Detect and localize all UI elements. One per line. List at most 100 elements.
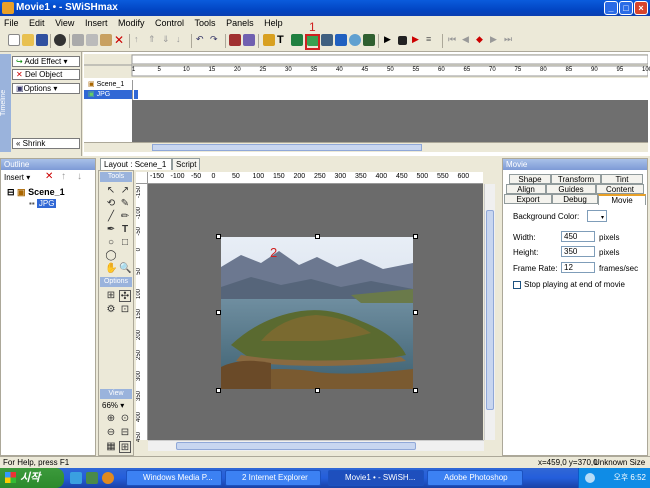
- help-book-icon[interactable]: [243, 34, 255, 46]
- pencil-tool-icon[interactable]: ✏: [119, 211, 131, 223]
- timeline-row-jpg[interactable]: ▣ JPG: [84, 90, 132, 99]
- outline-delete-icon[interactable]: ✕: [45, 171, 53, 182]
- subselect-tool-icon[interactable]: ↗: [119, 185, 131, 197]
- menu-file[interactable]: File: [0, 16, 23, 30]
- outline-up-icon[interactable]: ↑: [61, 171, 66, 182]
- insert-video-icon[interactable]: [349, 34, 361, 46]
- menu-view[interactable]: View: [51, 16, 78, 30]
- height-input[interactable]: 350: [561, 246, 595, 257]
- tab-export[interactable]: Export: [504, 194, 552, 204]
- menu-modify[interactable]: Modify: [114, 16, 149, 30]
- fit-stage-icon[interactable]: ⊟: [119, 427, 131, 439]
- first-frame-icon[interactable]: ⏮: [448, 34, 460, 46]
- open-icon[interactable]: [22, 34, 34, 46]
- tab-movie[interactable]: Movie: [598, 194, 646, 205]
- straighten-option-icon[interactable]: ⊡: [119, 304, 131, 316]
- landscape-image[interactable]: [221, 237, 413, 389]
- outline-down-icon[interactable]: ↓: [77, 171, 82, 182]
- handle-middle-right[interactable]: [413, 310, 418, 315]
- line-tool-icon[interactable]: ╱: [105, 211, 117, 223]
- tab-debug[interactable]: Debug: [552, 194, 598, 204]
- move-up-icon[interactable]: ↑: [134, 34, 146, 46]
- minimize-button[interactable]: _: [604, 1, 618, 15]
- del-object-button[interactable]: ✕ Del Object: [12, 69, 80, 80]
- stage-vertical-scrollbar[interactable]: [484, 184, 495, 440]
- pen-tool-icon[interactable]: ✒: [105, 224, 117, 236]
- select-tool-icon[interactable]: ↖: [105, 185, 117, 197]
- maximize-button[interactable]: □: [619, 1, 633, 15]
- tab-script[interactable]: Script: [172, 158, 200, 170]
- redo-icon[interactable]: ↷: [210, 34, 222, 46]
- timeline-row-scene[interactable]: ▣ Scene_1: [84, 80, 132, 89]
- cut-icon[interactable]: [72, 34, 84, 46]
- tab-align[interactable]: Align: [506, 184, 546, 194]
- menu-panels[interactable]: Panels: [222, 16, 258, 30]
- move-top-icon[interactable]: ⇑: [148, 34, 160, 46]
- start-button[interactable]: 시작: [0, 468, 64, 488]
- next-frame-icon[interactable]: ▶: [490, 34, 502, 46]
- zoom-out-icon[interactable]: ⊖: [105, 427, 117, 439]
- quick-launch-desktop-icon[interactable]: [86, 472, 98, 484]
- tab-layout[interactable]: Layout : Scene_1: [100, 158, 172, 170]
- new-icon[interactable]: [8, 34, 20, 46]
- menu-help[interactable]: Help: [260, 16, 287, 30]
- smooth-option-icon[interactable]: ⚙: [105, 304, 117, 316]
- jpg-keyframe[interactable]: [134, 90, 138, 99]
- zoom-in-icon[interactable]: ⊕: [105, 413, 117, 425]
- add-effect-button[interactable]: ↪ Add Effect ▾: [12, 56, 80, 67]
- zoom-actual-icon[interactable]: ⊙: [119, 413, 131, 425]
- move-down-icon[interactable]: ↓: [176, 34, 188, 46]
- last-frame-icon[interactable]: ⏭: [504, 34, 516, 46]
- outline-jpg-item[interactable]: ▪▪ JPG: [29, 199, 57, 208]
- text-tool-icon[interactable]: T: [119, 224, 131, 236]
- autoshape-tool-icon[interactable]: ◯: [105, 250, 117, 262]
- stop-icon[interactable]: [398, 36, 407, 45]
- menu-control[interactable]: Control: [151, 16, 188, 30]
- paste-icon[interactable]: [100, 34, 112, 46]
- task-swishmax[interactable]: Movie1 • - SWiSH...: [328, 470, 424, 486]
- prev-frame-icon[interactable]: ◀: [462, 34, 474, 46]
- quick-launch-ie-icon[interactable]: [70, 472, 82, 484]
- stage-horizontal-scrollbar[interactable]: [148, 440, 484, 451]
- play-effect-icon[interactable]: ≡: [426, 34, 438, 46]
- library-icon[interactable]: [229, 34, 241, 46]
- find-icon[interactable]: [54, 34, 66, 46]
- tab-content[interactable]: Content: [596, 184, 644, 194]
- handle-top-right[interactable]: [413, 234, 418, 239]
- handle-top-left[interactable]: [216, 234, 221, 239]
- hand-tool-icon[interactable]: ✋: [105, 263, 117, 275]
- handle-bottom-left[interactable]: [216, 388, 221, 393]
- copy-icon[interactable]: [86, 34, 98, 46]
- background-color-picker[interactable]: ▾: [587, 210, 607, 222]
- play-timeline-icon[interactable]: ▶: [412, 34, 424, 46]
- task-internet-explorer[interactable]: 2 Internet Explorer: [225, 470, 321, 486]
- zoom-tool-icon[interactable]: 🔍: [119, 263, 131, 275]
- tab-guides[interactable]: Guides: [546, 184, 596, 194]
- save-icon[interactable]: [36, 34, 48, 46]
- tab-tint[interactable]: Tint: [601, 174, 643, 184]
- view-grid-icon[interactable]: ▦: [105, 441, 117, 453]
- width-input[interactable]: 450: [561, 231, 595, 242]
- menu-edit[interactable]: Edit: [25, 16, 49, 30]
- menu-tools[interactable]: Tools: [191, 16, 220, 30]
- record-icon[interactable]: ◆: [476, 34, 488, 46]
- transform-tool-icon[interactable]: ⟲: [105, 198, 117, 210]
- handle-middle-left[interactable]: [216, 310, 221, 315]
- menu-insert[interactable]: Insert: [81, 16, 112, 30]
- tray-network-icon[interactable]: [585, 473, 595, 483]
- outline-scene-item[interactable]: ⊟ ▣ Scene_1: [7, 187, 65, 198]
- shrink-button[interactable]: « Shrink: [12, 138, 80, 149]
- handle-bottom-right[interactable]: [413, 388, 418, 393]
- reshape-tool-icon[interactable]: ✎: [119, 198, 131, 210]
- play-icon[interactable]: ▶: [384, 34, 396, 46]
- grid-option-icon[interactable]: ✣: [119, 290, 131, 302]
- insert-scene-icon[interactable]: [263, 34, 275, 46]
- insert-text-icon[interactable]: T: [277, 34, 289, 46]
- ellipse-tool-icon[interactable]: ○: [105, 237, 117, 249]
- close-button[interactable]: ×: [634, 1, 648, 15]
- undo-icon[interactable]: ↶: [196, 34, 208, 46]
- view-guides-icon[interactable]: ⊞: [119, 441, 131, 453]
- move-bottom-icon[interactable]: ⇓: [162, 34, 174, 46]
- handle-top-center[interactable]: [315, 234, 320, 239]
- tab-transform[interactable]: Transform: [551, 174, 601, 184]
